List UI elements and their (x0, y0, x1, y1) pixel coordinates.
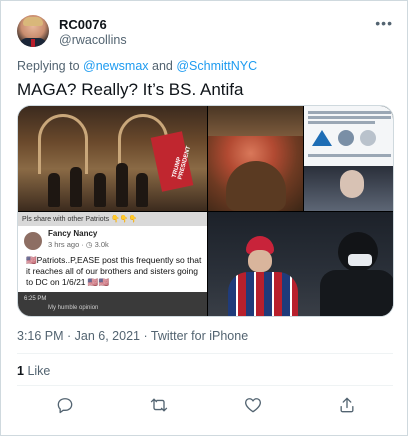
person-figure (70, 167, 82, 207)
phone-time: 6:25 PM (24, 296, 47, 302)
person-figure (136, 173, 148, 207)
triangle-logo-icon (312, 130, 332, 146)
divider (17, 353, 393, 354)
beard (226, 161, 286, 211)
text-line (308, 111, 391, 114)
user-handle[interactable]: @rwacollins (59, 33, 127, 47)
divider (17, 385, 393, 386)
text-line (308, 121, 375, 124)
fur-hat (208, 106, 303, 136)
media-grid[interactable]: TRUMP PRESIDENT Pls share with other Pat (17, 105, 394, 317)
protester-head (248, 250, 272, 272)
arch-left (38, 114, 88, 174)
reply-icon[interactable] (55, 395, 75, 415)
comment-line: My humble opinion (48, 305, 99, 311)
media-painted-face[interactable] (208, 106, 303, 211)
pointing-down-emoji: 👇👇👇 (111, 216, 138, 223)
post-body: 🇺🇸Patriots..P,EASE post this frequently … (26, 255, 202, 287)
like-count-number: 1 (17, 364, 24, 378)
retweet-icon[interactable] (149, 395, 169, 415)
officer-mask (348, 254, 372, 266)
tweet-header: RC0076 @rwacollins ••• (17, 15, 393, 49)
post-avatar (24, 232, 42, 250)
reply-joiner: and (152, 59, 173, 73)
circle-logo-icon (338, 130, 354, 146)
avatar[interactable] (17, 15, 49, 47)
heart-icon[interactable] (243, 395, 263, 415)
avatar-tie (31, 39, 35, 47)
text-line (308, 116, 391, 119)
post-meta: 3 hrs ago · ◷ 3.0k (48, 240, 109, 249)
media-capitol-crowd[interactable]: TRUMP PRESIDENT (18, 106, 207, 211)
person-figure (48, 173, 60, 207)
share-note: Pls share with other Patriots 👇👇👇 (18, 212, 207, 226)
more-dots-icon[interactable]: ••• (375, 15, 393, 31)
tweet-card: RC0076 @rwacollins ••• Replying to @news… (0, 0, 408, 436)
share-note-text: Pls share with other Patriots (22, 216, 110, 223)
phone-status-bar: 6:25 PM My humble opinion (18, 292, 207, 316)
media-police-crowd[interactable] (208, 212, 393, 316)
action-bar (17, 395, 377, 417)
tweet-timestamp[interactable]: 3:16 PM · Jan 6, 2021 · Twitter for iPho… (17, 329, 248, 343)
reply-prefix: Replying to (17, 59, 80, 73)
person-figure (94, 173, 106, 207)
text-line (308, 154, 391, 157)
share-icon[interactable] (337, 395, 357, 415)
officer-helmet (338, 232, 378, 272)
reply-mention-newsmax[interactable]: @newsmax (83, 59, 149, 73)
media-facebook-post[interactable]: Pls share with other Patriots 👇👇👇 Fancy … (18, 212, 207, 316)
display-name[interactable]: RC0076 (59, 17, 107, 32)
like-count-label: Like (27, 364, 51, 378)
person-figure (116, 163, 128, 207)
flag-jacket (228, 272, 298, 316)
reply-context: Replying to @newsmax and @SchmittNYC (17, 59, 257, 73)
tweet-text: MAGA? Really? It’s BS. Antifa (17, 80, 244, 99)
media-document-collage[interactable] (304, 106, 393, 211)
reply-mention-schmittnyc[interactable]: @SchmittNYC (176, 59, 257, 73)
post-author: Fancy Nancy (48, 229, 98, 238)
like-count[interactable]: 1 Like (17, 364, 50, 378)
officer-body (320, 270, 393, 316)
inset-face (340, 170, 364, 198)
coin-icon (360, 130, 376, 146)
avatar-hair (23, 17, 43, 26)
